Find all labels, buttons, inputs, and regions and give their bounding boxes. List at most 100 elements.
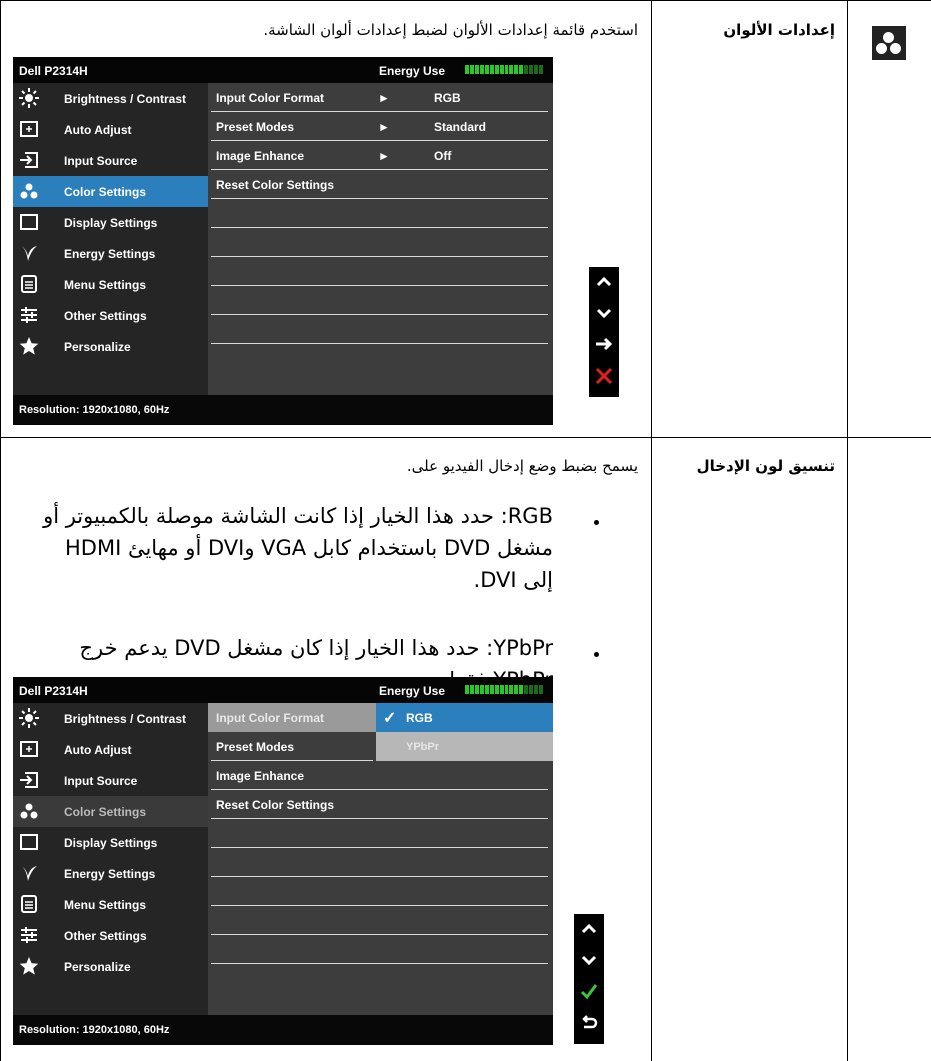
menu-item-menu-settings[interactable]: Menu Settings bbox=[13, 269, 208, 300]
menu-item-personalize[interactable]: Personalize bbox=[13, 331, 208, 362]
menu-item-input-source[interactable]: Input Source bbox=[13, 145, 208, 176]
checkmark-icon[interactable] bbox=[580, 982, 598, 1000]
down-arrow-icon[interactable] bbox=[595, 304, 613, 322]
table-border-left bbox=[0, 0, 1, 1061]
option-label: RGB bbox=[406, 711, 433, 725]
row-label: Reset Color Settings bbox=[216, 798, 335, 812]
table-border-top bbox=[0, 0, 931, 1]
checkmark-icon: ✓ bbox=[383, 710, 397, 727]
auto-adjust-icon bbox=[19, 739, 39, 759]
input-source-icon bbox=[19, 150, 39, 170]
menu-item-energy-settings[interactable]: Energy Settings bbox=[13, 858, 208, 889]
menu-label: Auto Adjust bbox=[64, 743, 132, 757]
osd-side-buttons bbox=[574, 914, 604, 1044]
menu-item-input-source[interactable]: Input Source bbox=[13, 765, 208, 796]
energy-use-label: Energy Use bbox=[379, 684, 446, 698]
submenu-row-reset-color[interactable]: Reset Color Settings bbox=[208, 790, 553, 819]
submenu-row-reset-color[interactable]: Reset Color Settings bbox=[208, 170, 553, 199]
osd-menu-input-color-format: Dell P2314H Energy Use Brightness / Cont… bbox=[13, 677, 553, 1045]
menu-item-brightness-contrast[interactable]: Brightness / Contrast bbox=[13, 83, 208, 114]
energy-use-meter bbox=[465, 65, 543, 74]
option-label: YPbPr bbox=[406, 741, 440, 753]
up-arrow-icon[interactable] bbox=[595, 273, 613, 291]
menu-item-other-settings[interactable]: Other Settings bbox=[13, 300, 208, 331]
down-arrow-icon[interactable] bbox=[580, 951, 598, 969]
osd-header: Dell P2314H Energy Use bbox=[13, 57, 553, 83]
row2-label: تنسيق لون الإدخال bbox=[696, 457, 835, 475]
submenu-row-empty bbox=[208, 935, 553, 964]
osd-footer: Resolution: 1920x1080, 60Hz bbox=[13, 1015, 553, 1045]
table-row-divider bbox=[0, 437, 931, 438]
submenu-row-empty bbox=[208, 286, 553, 315]
menu-item-auto-adjust[interactable]: Auto Adjust bbox=[13, 114, 208, 145]
menu-label: Energy Settings bbox=[64, 867, 156, 881]
menu-item-menu-settings[interactable]: Menu Settings bbox=[13, 889, 208, 920]
input-source-icon bbox=[19, 770, 39, 790]
menu-item-energy-settings[interactable]: Energy Settings bbox=[13, 238, 208, 269]
color-settings-icon bbox=[19, 181, 39, 201]
menu-label: Personalize bbox=[64, 960, 131, 974]
submenu-row-preset-modes[interactable]: Preset Modes ► Standard bbox=[208, 112, 553, 141]
menu-item-other-settings[interactable]: Other Settings bbox=[13, 920, 208, 951]
menu-label: Display Settings bbox=[64, 216, 158, 230]
menu-item-color-settings[interactable]: Color Settings bbox=[13, 796, 208, 827]
submenu-row-empty bbox=[208, 877, 553, 906]
osd-menu-color-settings: Dell P2314H Energy Use Brightness / Cont… bbox=[13, 57, 553, 425]
submenu-row-empty bbox=[208, 257, 553, 286]
submenu-row-image-enhance[interactable]: Image Enhance ► Off bbox=[208, 141, 553, 170]
brightness-icon bbox=[19, 88, 39, 108]
table-divider-1 bbox=[651, 0, 652, 1061]
row-value: Off bbox=[434, 149, 452, 163]
arrow-right-icon: ► bbox=[378, 120, 390, 134]
submenu-row-empty bbox=[208, 199, 553, 228]
menu-item-auto-adjust[interactable]: Auto Adjust bbox=[13, 734, 208, 765]
option-ypbpr[interactable]: YPbPr bbox=[376, 732, 553, 761]
menu-label: Other Settings bbox=[64, 309, 147, 323]
exit-x-icon[interactable] bbox=[595, 367, 613, 385]
osd-submenu: Input Color Format ✓ RGB Preset Modes YP… bbox=[208, 703, 553, 1015]
menu-label: Display Settings bbox=[64, 836, 158, 850]
menu-label: Brightness / Contrast bbox=[64, 92, 187, 106]
table-divider-2 bbox=[847, 0, 848, 1061]
submenu-row-image-enhance[interactable]: Image Enhance bbox=[208, 761, 553, 790]
arrow-right-icon: ► bbox=[378, 91, 390, 105]
submenu-row-input-color-format[interactable]: Input Color Format ► RGB bbox=[208, 83, 553, 112]
menu-item-color-settings[interactable]: Color Settings bbox=[13, 176, 208, 207]
osd-header: Dell P2314H Energy Use bbox=[13, 677, 553, 703]
osd-footer: Resolution: 1920x1080, 60Hz bbox=[13, 395, 553, 425]
submenu-row-input-color-format[interactable]: Input Color Format bbox=[208, 703, 376, 732]
arrow-right-icon: ► bbox=[378, 149, 390, 163]
up-arrow-icon[interactable] bbox=[580, 920, 598, 938]
menu-item-display-settings[interactable]: Display Settings bbox=[13, 827, 208, 858]
row-label: Input Color Format bbox=[216, 91, 324, 105]
bullet-rgb: RGB: حدد هذا الخيار إذا كانت الشاشة موصل… bbox=[43, 504, 553, 592]
bullet-dot-2 bbox=[594, 652, 599, 657]
menu-item-personalize[interactable]: Personalize bbox=[13, 951, 208, 982]
menu-settings-icon bbox=[19, 894, 39, 914]
row-label: Reset Color Settings bbox=[216, 178, 335, 192]
submenu-row-empty bbox=[208, 228, 553, 257]
energy-leaf-icon bbox=[19, 863, 39, 883]
menu-label: Input Source bbox=[64, 774, 138, 788]
menu-item-display-settings[interactable]: Display Settings bbox=[13, 207, 208, 238]
row-value: Standard bbox=[434, 120, 487, 134]
color-settings-icon bbox=[19, 801, 39, 821]
display-settings-icon bbox=[19, 212, 39, 232]
row-value: RGB bbox=[434, 91, 461, 105]
other-settings-icon bbox=[19, 305, 39, 325]
option-rgb[interactable]: ✓ RGB bbox=[376, 703, 553, 732]
menu-label: Personalize bbox=[64, 340, 131, 354]
menu-label: Energy Settings bbox=[64, 247, 156, 261]
menu-label: Menu Settings bbox=[64, 898, 147, 912]
row-label: Image Enhance bbox=[216, 769, 305, 783]
row2-description: يسمح بضبط وضع إدخال الفيديو على. bbox=[406, 457, 638, 475]
row1-label: إعدادات الألوان bbox=[723, 21, 835, 39]
row1-description: استخدم قائمة إعدادات الألوان لضبط إعدادا… bbox=[263, 21, 638, 39]
menu-item-brightness-contrast[interactable]: Brightness / Contrast bbox=[13, 703, 208, 734]
enter-arrow-icon[interactable] bbox=[595, 335, 613, 353]
submenu-row-empty bbox=[208, 819, 553, 848]
menu-label: Auto Adjust bbox=[64, 123, 132, 137]
submenu-row-preset-modes[interactable]: Preset Modes bbox=[208, 732, 376, 761]
menu-label: Color Settings bbox=[64, 185, 147, 199]
back-arrow-icon[interactable] bbox=[580, 1014, 598, 1032]
